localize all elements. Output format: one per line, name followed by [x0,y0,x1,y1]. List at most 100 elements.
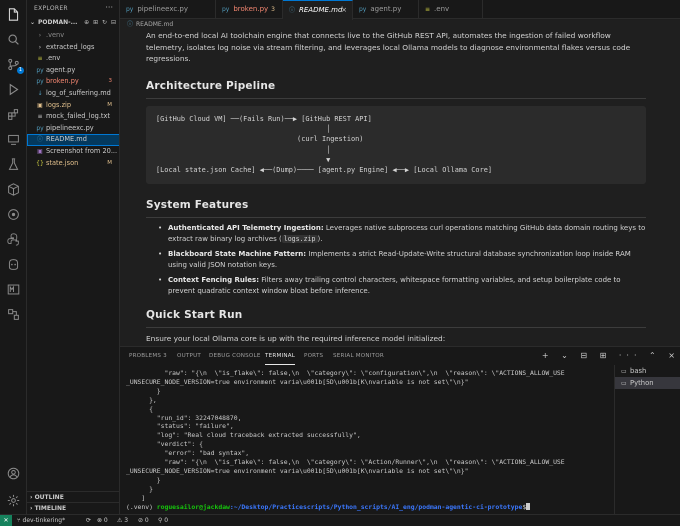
feature-title: Context Fencing Rules: [168,275,260,284]
editor-tab-bar: py pipelineexc.py py broken.py 3 ⓘ README.md… [120,0,680,20]
tab-env[interactable]: ≡ .env [419,0,483,19]
copilot-icon[interactable] [6,257,20,271]
tree-item-label: agent.py [46,65,76,74]
explorer-more-icon[interactable]: ··· [105,3,113,12]
warnings-count[interactable]: ⚠ 3 [117,515,128,526]
settings-file-icon: ≡ [37,55,43,63]
branch-indicator[interactable]: ⑂ dev-tinkering* [17,515,65,526]
file-tree: › .venv › extracted_logs ≡ .env py agent.py … [27,30,119,170]
tab-label: .env [434,5,450,13]
status-bar: ✕ ⑂ dev-tinkering* ⟳ ⊗ 0 ⚠ 3 ⊘ 0 ⚲ 0 [0,514,680,526]
terminal-text[interactable]: "raw": "{\n \"is_flake\": false,\n \"cat… [126,369,565,512]
inline-code: logs.zip [281,235,318,244]
ports-count[interactable]: ⚲ 0 [158,515,168,526]
tree-file-mock-failed-log[interactable]: ≡ mock_failed_log.txt [27,111,119,123]
tab-debug-console[interactable]: DEBUG CONSOLE [209,347,261,365]
extensions-icon[interactable] [6,107,20,121]
list-item: Context Fencing Rules: Filters away trai… [146,275,646,298]
remote-explorer-icon[interactable] [6,132,20,146]
archive-file-icon: ▣ [37,101,43,109]
remote-indicator-icon[interactable]: ✕ [0,515,12,526]
tree-folder-venv[interactable]: › .venv [27,30,119,42]
tree-file-screenshot[interactable]: ▣ Screenshot from 20... [27,146,119,158]
tab-terminal[interactable]: TERMINAL [265,347,296,365]
python-file-icon: py [359,6,367,13]
timeline-section[interactable]: › TIMELINE [27,502,119,513]
features-list: Authenticated API Telemetry Ingestion: L… [146,223,646,300]
explorer-icon[interactable] [6,7,20,21]
tab-problems[interactable]: PROBLEMS 3 [129,347,167,365]
outline-label: OUTLINE [34,494,64,501]
info-count[interactable]: ⊘ 0 [138,515,149,526]
tab-label: README.md [299,6,343,14]
tree-item-label: log_of_suffering.md [46,88,111,97]
tree-item-label: broken.py [46,77,79,86]
terminal-output[interactable]: "raw": "{\n \"is_flake\": false,\n \"cat… [120,365,614,515]
feature-title: Authenticated API Telemetry Ingestion: [168,224,324,232]
quick-start-text: Ensure your local Ollama core is up with… [146,334,446,343]
tree-file-readme[interactable]: ⓘ README.md [27,134,119,146]
project-folder-name: PODMAN-... [38,19,78,26]
tree-file-logs-zip[interactable]: ▣ logs.zip M [27,100,119,112]
heading-architecture: Architecture Pipeline [146,80,276,92]
markdown-icon[interactable] [6,282,20,296]
tab-pipelineexc-py[interactable]: py pipelineexc.py [120,0,216,19]
prompt-user: roguesailor@jackdaw [156,502,230,511]
tab-label: pipelineexc.py [137,5,188,13]
tab-readme-md[interactable]: ⓘ README.md × [283,0,353,20]
tab-ports[interactable]: PORTS [304,347,323,365]
breadcrumb-label: README.md [136,21,174,28]
terminal-instance-bash[interactable]: ▭ bash [615,365,680,377]
close-icon[interactable]: × [341,1,347,20]
list-item: Authenticated API Telemetry Ingestion: L… [146,223,646,246]
tree-folder-extracted-logs[interactable]: › extracted_logs [27,42,119,54]
explorer-toolbar-icons[interactable]: ⊕ ⊞ ↻ ⊟ [84,17,117,29]
source-control-icon[interactable]: 1 [6,57,24,74]
pull-requests-icon[interactable] [6,307,20,321]
terminal-instance-label: Python [630,379,654,387]
tab-broken-py[interactable]: py broken.py 3 [216,0,283,19]
tab-agent-py[interactable]: py agent.py [353,0,419,19]
heading-divider [146,98,646,99]
architecture-diagram-text: [GitHub Cloud VM] ──(Fails Run)──▶ [GitH… [156,115,493,175]
feature-title: Blackboard State Machine Pattern: [168,249,307,258]
breadcrumb[interactable]: ⓘ README.md [120,20,680,30]
tree-item-label: state.json [46,158,79,167]
search-icon[interactable] [6,32,20,46]
tree-file-broken-py[interactable]: py broken.py 3 [27,76,119,88]
panel-toolbar-icons[interactable]: + ⌄ ⊟ ⊞ ··· ⌃ × [542,347,680,365]
python-file-icon: py [222,6,230,13]
feature-tail: ). [317,235,323,244]
info-file-icon: ⓘ [127,21,134,28]
account-icon[interactable] [6,466,20,480]
tree-file-pipelineexc-py[interactable]: py pipelineexc.py [27,123,119,135]
sync-icon[interactable]: ⟳ [86,515,91,526]
heading-features: System Features [146,199,249,211]
terminal-instance-python[interactable]: ▭ Python [615,377,680,389]
tree-item-label: .venv [46,31,65,39]
tree-file-env[interactable]: ≡ .env [27,53,119,65]
outline-section[interactable]: › OUTLINE [27,491,119,502]
tree-item-label: mock_failed_log.txt [46,112,110,121]
tab-serial-monitor[interactable]: SERIAL MONITOR [333,347,384,365]
python-icon[interactable] [6,232,20,246]
testing-icon[interactable] [6,157,20,171]
branch-name: dev-tinkering* [22,517,66,524]
heading-quick-start: Quick Start Run [146,309,243,321]
settings-gear-icon[interactable] [6,493,20,507]
terminal-icon: ▭ [621,380,627,387]
containers-icon[interactable] [6,182,20,196]
tab-label: agent.py [370,5,402,13]
gitlens-icon[interactable] [6,207,20,221]
tree-file-state-json[interactable]: {} state.json M [27,158,119,170]
project-folder-header[interactable]: ⌄ PODMAN-... ⊕ ⊞ ↻ ⊟ [27,17,119,29]
errors-count[interactable]: ⊗ 0 [97,515,108,526]
tree-file-agent-py[interactable]: py agent.py [27,65,119,77]
image-file-icon: ▣ [37,147,43,155]
tree-item-label: pipelineexc.py [46,123,94,132]
architecture-diagram-codeblock: [GitHub Cloud VM] ──(Fails Run)──▶ [GitH… [146,106,646,184]
run-debug-icon[interactable] [6,82,20,96]
tab-output[interactable]: OUTPUT [177,347,201,365]
prompt-prefix: (.venv) [126,502,157,511]
tree-file-log-of-suffering[interactable]: ↓ log_of_suffering.md [27,88,119,100]
